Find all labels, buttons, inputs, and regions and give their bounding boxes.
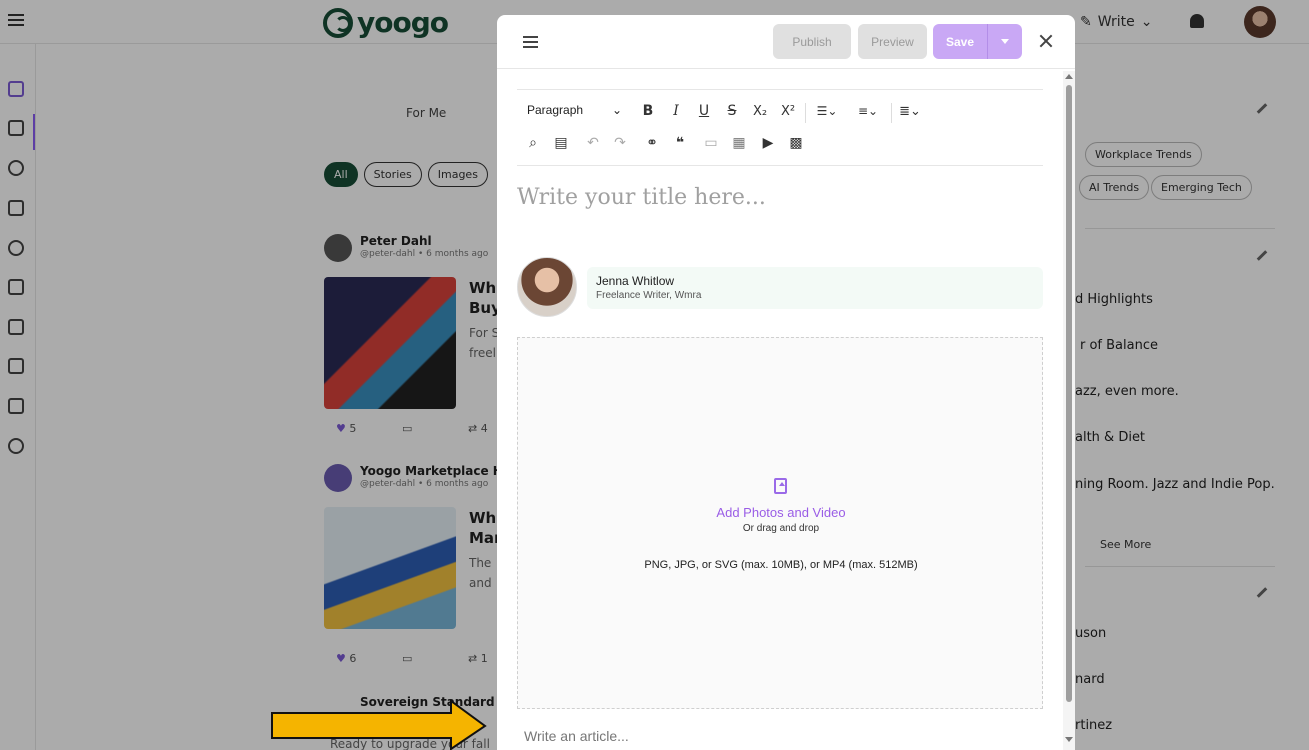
align-icon[interactable]: ≣⌄ bbox=[896, 100, 924, 122]
close-icon[interactable] bbox=[1038, 33, 1054, 49]
media-dropzone[interactable]: Add Photos and Video Or drag and drop PN… bbox=[517, 337, 1043, 709]
author-avatar bbox=[517, 257, 577, 317]
link-icon[interactable]: ⚭ bbox=[641, 132, 663, 154]
scroll-down-arrow-icon[interactable] bbox=[1065, 737, 1073, 742]
gallery-icon[interactable]: ▦ bbox=[728, 132, 750, 154]
bullet-list-icon[interactable]: ☰⌄ bbox=[810, 100, 844, 122]
save-dropdown-button[interactable] bbox=[987, 24, 1022, 59]
toolbar-row-gap bbox=[517, 126, 1043, 127]
strikethrough-icon[interactable]: S bbox=[721, 100, 743, 122]
quote-icon[interactable]: ❝ bbox=[669, 132, 691, 154]
chevron-down-icon: ⌄ bbox=[611, 103, 622, 117]
scroll-up-arrow-icon[interactable] bbox=[1065, 74, 1073, 79]
publish-button[interactable]: Publish bbox=[773, 24, 851, 59]
drag-drop-hint: Or drag and drop bbox=[742, 523, 820, 534]
find-replace-icon[interactable]: ⌕ bbox=[522, 132, 544, 154]
annotation-arrow-icon bbox=[271, 700, 487, 750]
embed-icon[interactable]: ▭ bbox=[700, 132, 722, 154]
file-upload-icon bbox=[774, 478, 787, 494]
select-all-icon[interactable]: ▤ bbox=[550, 132, 572, 154]
menu-icon[interactable] bbox=[523, 36, 538, 48]
author-card: Jenna Whitlow Freelance Writer, Wmra bbox=[517, 257, 1043, 317]
video-icon[interactable]: ▶ bbox=[757, 132, 779, 154]
toolbar-divider bbox=[891, 103, 892, 123]
redo-icon[interactable]: ↷ bbox=[609, 132, 631, 154]
italic-icon[interactable]: I bbox=[665, 100, 687, 122]
preview-button[interactable]: Preview bbox=[858, 24, 927, 59]
file-format-hint: PNG, JPG, or SVG (max. 10MB), or MP4 (ma… bbox=[644, 559, 918, 571]
undo-icon[interactable]: ↶ bbox=[582, 132, 604, 154]
author-name: Jenna Whitlow bbox=[596, 274, 675, 288]
title-input[interactable]: Write your title here... bbox=[517, 185, 766, 210]
add-media-link[interactable]: Add Photos and Video bbox=[518, 505, 1044, 520]
toolbar-divider bbox=[805, 103, 806, 123]
subscript-icon[interactable]: X₂ bbox=[749, 100, 771, 122]
modal-header: Publish Preview Save bbox=[497, 15, 1075, 69]
toolbar-top-border bbox=[517, 89, 1043, 90]
paragraph-style-label: Paragraph bbox=[527, 103, 584, 117]
numbered-list-icon[interactable]: ≡⌄ bbox=[850, 100, 886, 122]
image-add-icon[interactable]: ▩ bbox=[785, 132, 807, 154]
save-button[interactable]: Save bbox=[933, 24, 987, 59]
underline-icon[interactable]: U bbox=[693, 100, 715, 122]
article-editor-modal: Publish Preview Save Paragraph ⌄ B I U S… bbox=[497, 15, 1075, 750]
author-role: Freelance Writer, Wmra bbox=[596, 290, 702, 301]
bold-icon[interactable]: B bbox=[637, 100, 659, 122]
toolbar-bottom-border bbox=[517, 165, 1043, 166]
article-body-input[interactable]: Write an article... bbox=[524, 728, 629, 744]
superscript-icon[interactable]: X² bbox=[777, 100, 799, 122]
paragraph-style-select[interactable]: Paragraph ⌄ bbox=[527, 103, 622, 117]
scrollbar-thumb[interactable] bbox=[1066, 85, 1072, 702]
